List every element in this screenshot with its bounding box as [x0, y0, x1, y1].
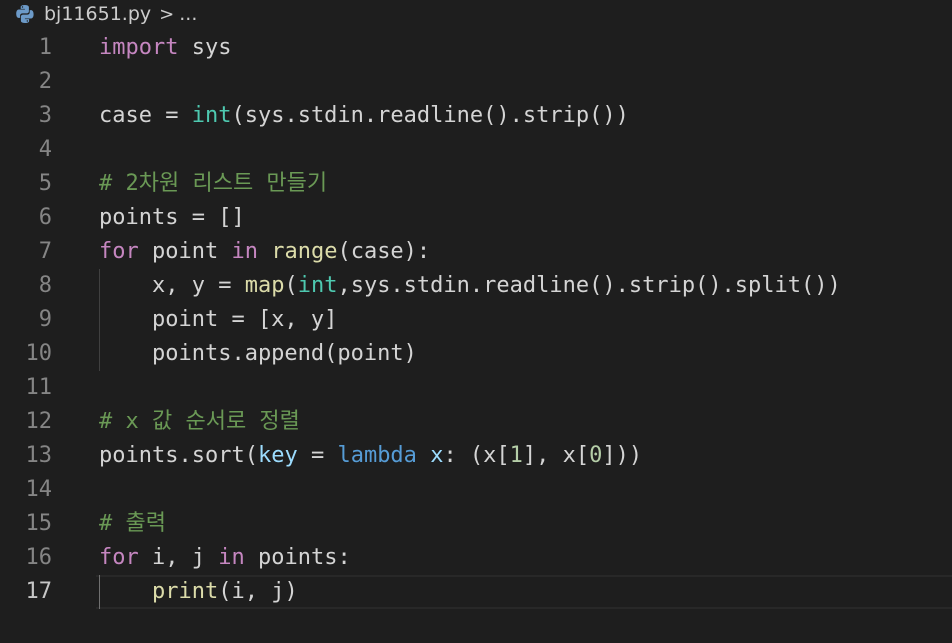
- code-text[interactable]: x, y = map(int,sys.stdin.readline().stri…: [99, 269, 841, 303]
- code-text[interactable]: print(i, j): [99, 575, 298, 609]
- line-number: 5: [38, 171, 52, 196]
- code-text[interactable]: case = int(sys.stdin.readline().strip()): [99, 99, 629, 133]
- python-icon: [14, 3, 36, 25]
- line-number: 7: [38, 239, 52, 264]
- line-number: 3: [38, 103, 52, 128]
- line-number: 15: [25, 511, 53, 536]
- code-line[interactable]: 2: [0, 65, 952, 99]
- code-text[interactable]: points = []: [99, 201, 245, 235]
- code-line[interactable]: 8 x, y = map(int,sys.stdin.readline().st…: [0, 269, 952, 303]
- code-token: ])): [602, 443, 643, 468]
- code-line[interactable]: 16 for i, j in points:: [0, 541, 952, 575]
- code-token: (i, j): [218, 579, 298, 604]
- code-line[interactable]: 10 points.append(point): [0, 337, 952, 371]
- code-text[interactable]: for i, j in points:: [99, 541, 351, 575]
- code-token: points.append(point): [99, 341, 417, 366]
- code-token: in: [231, 239, 258, 264]
- code-token: point: [138, 239, 232, 264]
- code-area[interactable]: 1 import sys 2 3 case = int(sys.stdin.readli…: [0, 31, 952, 609]
- line-number: 14: [25, 477, 53, 502]
- line-number: 16: [25, 545, 53, 570]
- code-token: # 2차원 리스트 만들기: [99, 171, 328, 196]
- code-token: import: [99, 35, 179, 60]
- code-text[interactable]: # 2차원 리스트 만들기: [99, 167, 327, 201]
- code-token: 1: [509, 443, 523, 468]
- line-number: 6: [38, 205, 52, 230]
- line-number: 17: [25, 579, 53, 604]
- line-number: 13: [25, 443, 53, 468]
- code-token: points.sort(: [99, 443, 258, 468]
- code-token: points = []: [99, 205, 245, 230]
- code-token: key: [257, 443, 298, 468]
- code-token: 0: [589, 443, 603, 468]
- code-token: =: [297, 443, 338, 468]
- code-line[interactable]: 5 # 2차원 리스트 만들기: [0, 167, 952, 201]
- code-token: case =: [99, 103, 192, 128]
- code-token: in: [218, 545, 245, 570]
- code-line[interactable]: 14: [0, 473, 952, 507]
- code-token: points:: [244, 545, 351, 570]
- code-token: map: [244, 273, 285, 298]
- code-line[interactable]: 11: [0, 371, 952, 405]
- code-text[interactable]: points.sort(key = lambda x: (x[1], x[0])…: [99, 439, 642, 473]
- line-number: 10: [25, 341, 53, 366]
- code-token: point = [x, y]: [99, 307, 338, 332]
- code-token: (case):: [337, 239, 431, 264]
- code-line[interactable]: 7 for point in range(case):: [0, 235, 952, 269]
- breadcrumb-more[interactable]: ...: [179, 3, 197, 25]
- code-line[interactable]: 1 import sys: [0, 31, 952, 65]
- code-token: for: [99, 545, 139, 570]
- code-token: i, j: [138, 545, 219, 570]
- code-token: int: [191, 103, 232, 128]
- code-text[interactable]: points.append(point): [99, 337, 417, 371]
- line-number: 11: [25, 375, 53, 400]
- line-number: 4: [38, 137, 52, 162]
- code-token: # x 값 순서로 정렬: [99, 409, 300, 434]
- code-line[interactable]: 17 print(i, j): [0, 575, 952, 609]
- code-token: lambda: [337, 443, 417, 468]
- chevron-right-icon: >: [159, 3, 175, 25]
- code-text[interactable]: # 출력: [99, 507, 166, 541]
- code-text[interactable]: point = [x, y]: [99, 303, 337, 337]
- code-token: for: [99, 239, 139, 264]
- code-token: print: [151, 579, 219, 604]
- code-token: x: [430, 443, 444, 468]
- breadcrumb: bj11651.py > ...: [0, 0, 952, 28]
- code-token: : (x[: [443, 443, 510, 468]
- code-text[interactable]: import sys: [99, 31, 231, 65]
- code-line[interactable]: 6 points = []: [0, 201, 952, 235]
- code-token: ,sys.stdin.readline().strip().split()): [337, 273, 841, 298]
- code-editor[interactable]: bj11651.py > ... 1 import sys 2 3 case = int…: [0, 0, 952, 643]
- line-number: 9: [38, 307, 52, 332]
- code-token: x, y =: [99, 273, 245, 298]
- code-token: (: [284, 273, 298, 298]
- line-number: 1: [38, 35, 52, 60]
- code-token: # 출력: [99, 511, 166, 536]
- code-text[interactable]: # x 값 순서로 정렬: [99, 405, 300, 439]
- code-line[interactable]: 12 # x 값 순서로 정렬: [0, 405, 952, 439]
- line-number: 8: [38, 273, 52, 298]
- line-number: 12: [25, 409, 53, 434]
- code-token: range: [271, 239, 338, 264]
- code-token: sys: [178, 35, 232, 60]
- code-line[interactable]: 15 # 출력: [0, 507, 952, 541]
- code-text[interactable]: for point in range(case):: [99, 235, 430, 269]
- code-token: (sys.stdin.readline().strip()): [231, 103, 629, 128]
- breadcrumb-filename[interactable]: bj11651.py: [44, 3, 151, 25]
- code-token: ], x[: [522, 443, 590, 468]
- code-line[interactable]: 13 points.sort(key = lambda x: (x[1], x[0…: [0, 439, 952, 473]
- code-line[interactable]: 4: [0, 133, 952, 167]
- code-token: int: [297, 273, 338, 298]
- code-line[interactable]: 9 point = [x, y]: [0, 303, 952, 337]
- code-line[interactable]: 3 case = int(sys.stdin.readline().strip()…: [0, 99, 952, 133]
- line-number: 2: [38, 69, 52, 94]
